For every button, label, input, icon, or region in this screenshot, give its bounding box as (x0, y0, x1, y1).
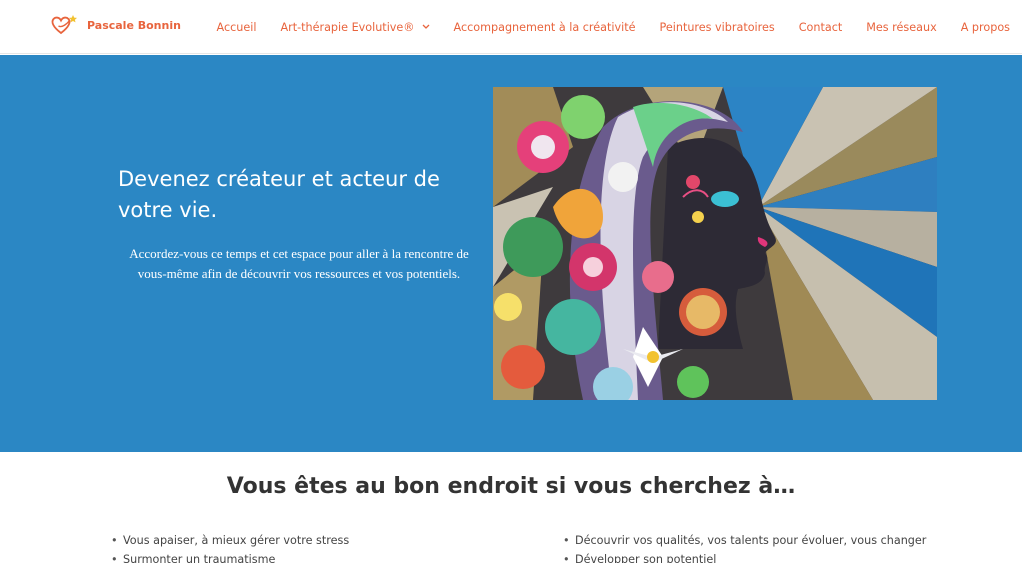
nav-label: Mes réseaux (866, 20, 937, 34)
brand-name: Pascale Bonnin (87, 18, 181, 32)
nav-label: Contact (798, 20, 843, 34)
list-item: Développer son potentiel (563, 550, 926, 563)
nav-label: A propos (960, 20, 1010, 34)
hero-subtitle: Accordez-vous ce temps et cet espace pou… (129, 246, 469, 281)
nav-label: Accueil (216, 20, 257, 34)
hero-painting (493, 87, 937, 400)
nav-item-accueil[interactable]: Accueil (204, 0, 268, 54)
list-item: Surmonter un traumatisme (111, 550, 349, 563)
nav-label: Art-thérapie Evolutive® (280, 20, 415, 34)
site-logo[interactable]: Pascale Bonnin (50, 13, 181, 37)
heart-star-icon (51, 15, 77, 35)
nav-item-peintures[interactable]: Peintures vibratoires (648, 0, 787, 54)
nav-item-reseaux[interactable]: Mes réseaux (854, 0, 948, 54)
site-header: Pascale Bonnin Accueil Art-thérapie Evol… (0, 0, 1022, 54)
needs-list-left: Vous apaiser, à mieux gérer votre stress… (111, 531, 349, 563)
list-item: Vous apaiser, à mieux gérer votre stress (111, 531, 349, 550)
hero-section: Devenez créateur et acteur de votre vie.… (0, 55, 1022, 452)
nav-item-contact[interactable]: Contact (787, 0, 855, 54)
nav-label: Accompagnement à la créativité (453, 20, 636, 34)
nav-item-art-therapie[interactable]: Art-thérapie Evolutive® (268, 0, 441, 54)
nav-item-a-propos[interactable]: A propos (949, 0, 1022, 54)
main-nav: Accueil Art-thérapie Evolutive® Accompag… (204, 0, 1022, 54)
section-title: Vous êtes au bon endroit si vous cherche… (226, 474, 796, 499)
chevron-down-icon (422, 24, 429, 29)
nav-label: Peintures vibratoires (659, 20, 775, 34)
nav-item-accompagnement[interactable]: Accompagnement à la créativité (442, 0, 648, 54)
list-item: Découvrir vos qualités, vos talents pour… (563, 531, 926, 550)
hero-title: Devenez créateur et acteur de votre vie. (118, 167, 440, 222)
needs-list-right: Découvrir vos qualités, vos talents pour… (563, 531, 926, 563)
